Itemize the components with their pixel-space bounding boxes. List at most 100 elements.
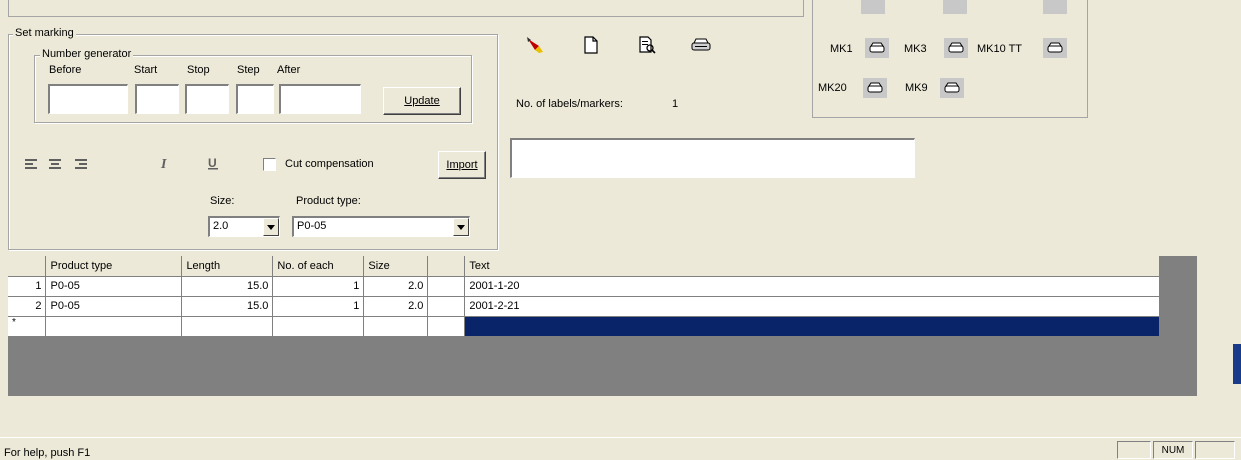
size-cell[interactable]: 2.0 (363, 296, 429, 317)
printer-icon (948, 42, 964, 53)
printer-mk10tt-button[interactable] (1043, 38, 1067, 58)
header-cell-index[interactable] (8, 256, 47, 277)
product-type-cell[interactable]: P0-05 (45, 296, 183, 317)
new-row-marker: * (8, 316, 47, 337)
new-no-of-each-cell[interactable] (272, 316, 365, 337)
data-grid[interactable]: Product type Length No. of each Size Tex… (8, 256, 1160, 337)
text-cell[interactable]: 2001-2-21 (464, 296, 1160, 317)
size-select-value: 2.0 (213, 220, 229, 232)
header-cell-no-of-each[interactable]: No. of each (272, 256, 365, 277)
labels-count-label: No. of labels/markers: (516, 98, 623, 110)
italic-icon[interactable]: I (154, 153, 176, 173)
number-generator-title: Number generator (40, 48, 134, 61)
before-label: Before (49, 64, 82, 76)
text-cell[interactable]: 2001-1-20 (464, 276, 1160, 297)
printer-mk9-label: MK9 (905, 82, 928, 94)
blank-cell[interactable] (427, 276, 466, 297)
row-index-cell[interactable]: 1 (8, 276, 47, 297)
new-text-cell-selected[interactable] (464, 316, 1160, 337)
status-help-text: For help, push F1 (4, 447, 91, 459)
printer-mk20-label: MK20 (818, 82, 847, 94)
new-product-type-cell[interactable] (45, 316, 183, 337)
import-button-label: Import (446, 159, 478, 171)
status-num-indicator: NUM (1161, 444, 1185, 456)
product-type-label: Product type: (296, 195, 361, 207)
print-preview-icon[interactable] (636, 35, 658, 55)
row-index-cell[interactable]: 2 (8, 296, 47, 317)
new-blank-cell[interactable] (427, 316, 466, 337)
no-of-each-cell[interactable]: 1 (272, 276, 365, 297)
new-document-icon[interactable] (580, 35, 602, 55)
update-button[interactable]: Update (383, 87, 461, 115)
underline-icon[interactable]: U (202, 153, 224, 173)
printer-icon[interactable] (690, 35, 712, 55)
after-input[interactable] (279, 84, 361, 114)
table-row[interactable]: 1 P0-05 15.0 1 2.0 2001-1-20 (8, 276, 1160, 297)
length-cell[interactable]: 15.0 (181, 296, 274, 317)
length-cell[interactable]: 15.0 (181, 276, 274, 297)
svg-text:I: I (160, 157, 167, 170)
chevron-down-icon[interactable] (453, 218, 469, 236)
import-button[interactable]: Import (438, 151, 486, 179)
product-type-select-value: P0-05 (297, 220, 327, 232)
printer-mk1-button[interactable] (865, 38, 889, 58)
printer-mk1-label: MK1 (830, 43, 853, 55)
before-input[interactable] (48, 84, 128, 114)
new-size-cell[interactable] (363, 316, 429, 337)
printer-icon[interactable] (943, 0, 967, 14)
header-cell-text[interactable]: Text (464, 256, 1160, 277)
cut-compensation-label: Cut compensation (285, 158, 374, 170)
printer-icon[interactable] (861, 0, 885, 14)
top-panel-edge (8, 0, 804, 17)
marking-text-input[interactable] (510, 138, 915, 178)
printer-mk20-button[interactable] (863, 78, 887, 98)
stop-label: Stop (187, 64, 210, 76)
new-row[interactable]: * (8, 316, 1160, 337)
align-left-icon[interactable] (20, 154, 42, 174)
no-of-each-cell[interactable]: 1 (272, 296, 365, 317)
printer-icon (867, 82, 883, 93)
svg-text:U: U (208, 156, 217, 170)
size-cell[interactable]: 2.0 (363, 276, 429, 297)
printer-icon (869, 42, 885, 53)
printers-panel (812, 0, 1088, 118)
step-input[interactable] (236, 84, 274, 114)
chevron-down-icon[interactable] (263, 218, 279, 236)
set-marking-title: Set marking (13, 27, 76, 40)
printer-icon (944, 82, 960, 93)
cut-compensation-checkbox[interactable] (263, 158, 276, 171)
marker-pen-icon[interactable] (524, 35, 546, 55)
printer-mk3-label: MK3 (904, 43, 927, 55)
status-pane-extra (1195, 441, 1235, 459)
table-row[interactable]: 2 P0-05 15.0 1 2.0 2001-2-21 (8, 296, 1160, 317)
product-type-cell[interactable]: P0-05 (45, 276, 183, 297)
printer-mk3-button[interactable] (944, 38, 968, 58)
printer-icon (1047, 42, 1063, 53)
header-cell-length[interactable]: Length (181, 256, 274, 277)
right-edge-accent (1233, 344, 1241, 384)
new-length-cell[interactable] (181, 316, 274, 337)
status-pane-empty (1117, 441, 1151, 459)
product-type-select[interactable]: P0-05 (292, 216, 470, 237)
start-label: Start (134, 64, 158, 76)
printer-mk9-button[interactable] (940, 78, 964, 98)
after-label: After (277, 64, 301, 76)
status-pane-num: NUM (1153, 441, 1193, 459)
step-label: Step (237, 64, 260, 76)
printer-mk10tt-label: MK10 TT (977, 43, 1023, 55)
grid-right-scroll-area (1197, 256, 1233, 378)
grid-header-row: Product type Length No. of each Size Tex… (8, 256, 1160, 277)
status-bar (0, 437, 1241, 459)
stop-input[interactable] (185, 84, 229, 114)
blank-cell[interactable] (427, 296, 466, 317)
start-input[interactable] (135, 84, 179, 114)
header-cell-product-type[interactable]: Product type (45, 256, 183, 277)
size-label: Size: (210, 195, 235, 207)
align-right-icon[interactable] (70, 154, 92, 174)
update-button-label: Update (404, 95, 440, 107)
header-cell-size[interactable]: Size (363, 256, 429, 277)
align-center-icon[interactable] (44, 154, 66, 174)
size-select[interactable]: 2.0 (208, 216, 280, 237)
header-cell-blank[interactable] (427, 256, 466, 277)
printer-icon[interactable] (1043, 0, 1067, 14)
